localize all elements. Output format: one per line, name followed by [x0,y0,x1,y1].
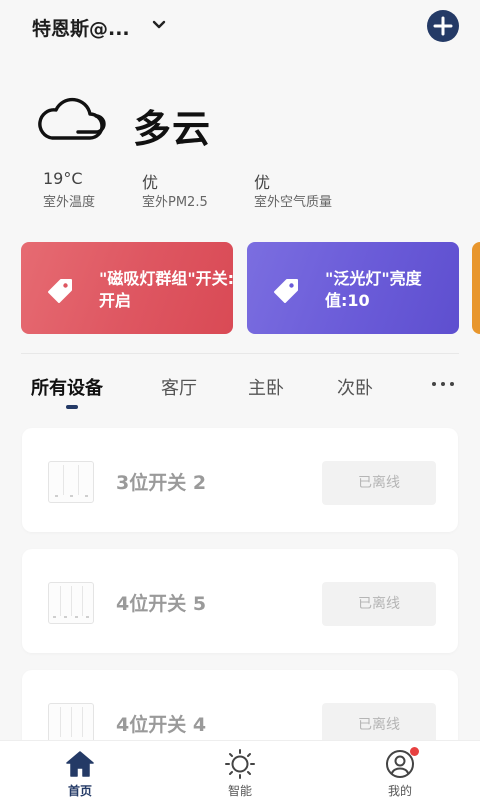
scene-label: "泛光灯"亮度值:10 [325,269,422,310]
active-tab-indicator [66,405,78,409]
pm25-value: 优 [142,173,159,192]
scene-card[interactable] [472,242,480,334]
tab-living-room[interactable]: 客厅 [161,374,197,400]
air-quality-label: 室外空气质量 [254,195,333,210]
device-card[interactable]: 3位开关 2 已离线 [22,428,458,532]
device-card[interactable]: 4位开关 5 已离线 [22,549,458,653]
switch-3gang-icon [48,461,94,503]
tab-all-devices[interactable]: 所有设备 [31,374,103,400]
pm25-label: 室外PM2.5 [142,195,208,210]
weather-condition: 多云 [133,107,212,151]
tab-second-bedroom[interactable]: 次卧 [337,374,373,400]
bottom-nav: 首页 智能 我的 [0,740,480,801]
scene-label: "磁吸灯群组"开关:开启 [99,269,233,310]
device-name: 3位开关 2 [116,472,207,494]
nav-mine-label: 我的 [387,784,412,798]
add-device-button[interactable] [427,10,459,42]
nav-mine[interactable]: 我的 [320,741,480,801]
chevron-down-icon[interactable] [150,16,168,34]
offline-status-button[interactable]: 已离线 [322,582,436,626]
outdoor-temp-label: 室外温度 [43,195,96,210]
sun-icon [225,749,255,779]
home-selector[interactable]: 特恩斯@... [32,14,130,41]
tag-icon [48,279,72,303]
nav-smart-label: 智能 [227,784,252,798]
nav-home[interactable]: 首页 [0,741,160,801]
outdoor-temp-value: 19°C [43,169,83,188]
divider [21,353,459,354]
more-horizontal-icon[interactable] [430,374,456,394]
offline-status-button[interactable]: 已离线 [322,461,436,505]
nav-smart[interactable]: 智能 [160,741,320,801]
header: 特恩斯@... [0,0,480,56]
scene-card[interactable]: "磁吸灯群组"开关:开启 [21,242,233,334]
tag-icon [274,279,298,303]
nav-home-label: 首页 [67,784,92,798]
scene-card[interactable]: "泛光灯"亮度值:10 [247,242,459,334]
switch-4gang-icon [48,582,94,624]
switch-4gang-icon [48,703,94,745]
device-name: 4位开关 5 [116,593,207,615]
air-quality-value: 优 [254,173,271,192]
tab-master-bedroom[interactable]: 主卧 [248,374,284,400]
device-name: 4位开关 4 [116,714,207,736]
home-icon [66,751,94,777]
cloudy-icon [38,97,106,140]
plus-icon [433,16,453,36]
notification-badge [410,747,419,756]
